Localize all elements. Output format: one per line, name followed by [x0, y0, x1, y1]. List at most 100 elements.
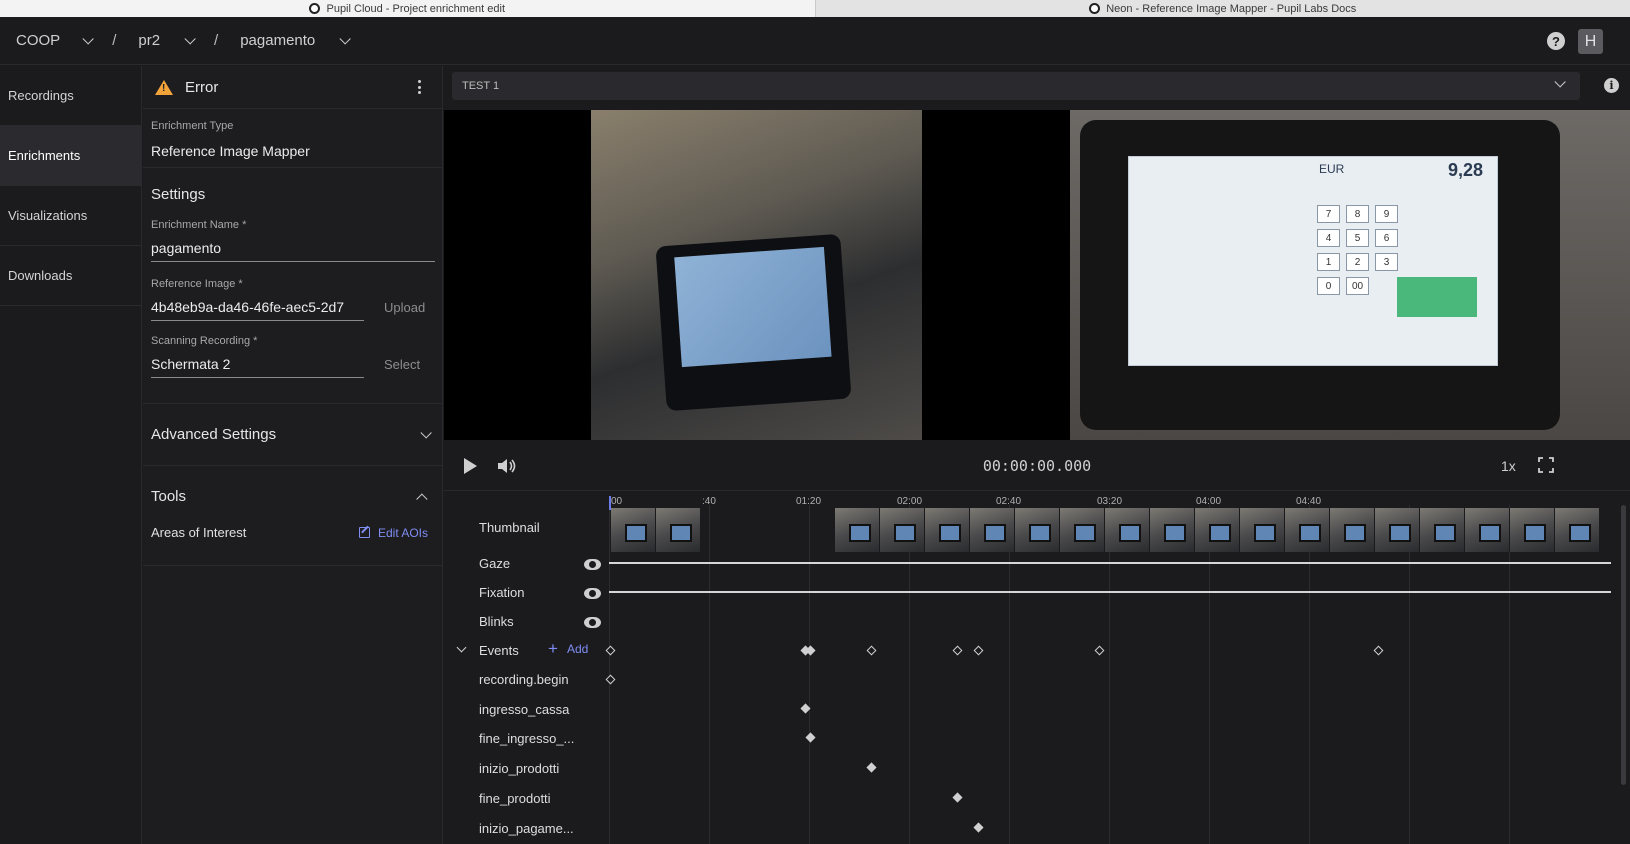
chevron-down-icon: [82, 32, 94, 45]
event-marker[interactable]: [973, 822, 984, 833]
enrichment-panel: Error Enrichment Type Reference Image Ma…: [143, 66, 443, 844]
edit-icon: [358, 527, 370, 538]
timeline-gridline: [1309, 505, 1310, 844]
event-row-label: ingresso_cassa: [479, 702, 570, 717]
browser-tab-pupil-cloud[interactable]: Pupil Cloud - Project enrichment edit: [0, 0, 815, 17]
settings-section: Settings Enrichment Name * pagamento Ref…: [143, 168, 442, 404]
scanning-recording-label: Scanning Recording *: [151, 335, 258, 347]
more-options-icon[interactable]: [418, 80, 422, 94]
status-title: Error: [185, 78, 219, 96]
chevron-down-icon: [1554, 76, 1566, 88]
timeline-gridline: [1209, 505, 1210, 844]
video-area: EUR 9,28 7 8 9 4 5 6 1 2 3 0 00: [444, 110, 1630, 440]
edit-aois-button[interactable]: Edit AOIs: [358, 526, 428, 540]
thumbnail: [835, 508, 880, 552]
scanning-recording-input[interactable]: Schermata 2: [151, 356, 364, 378]
event-marker[interactable]: [605, 645, 616, 656]
pos-currency: EUR: [1319, 162, 1345, 176]
thumbnail: [925, 508, 970, 552]
chevron-up-icon: [416, 492, 428, 505]
scene-video-screen: [655, 233, 852, 412]
add-event-label: Add: [566, 642, 589, 656]
scanning-recording-row: Schermata 2 Select: [151, 356, 434, 378]
playback-speed[interactable]: 1x: [1501, 458, 1516, 474]
select-button[interactable]: Select: [384, 357, 420, 378]
event-marker[interactable]: [952, 792, 963, 803]
thumbnail: [1285, 508, 1330, 552]
breadcrumb-workspace[interactable]: COOP: [16, 32, 94, 49]
row-label-gaze: Gaze: [479, 556, 511, 571]
browser-tab-title: Pupil Cloud - Project enrichment edit: [326, 2, 506, 15]
event-marker[interactable]: [866, 762, 877, 773]
chevron-down-icon[interactable]: [456, 642, 467, 653]
thumbnail: [1330, 508, 1375, 552]
add-event-button[interactable]: + Add: [548, 640, 589, 657]
event-row-label: fine_prodotti: [479, 791, 551, 806]
thumbnail: [1150, 508, 1195, 552]
eye-icon[interactable]: [584, 559, 601, 570]
advanced-settings-heading: Advanced Settings: [151, 426, 277, 443]
fixation-track: [609, 591, 1611, 593]
pos-amount: 9,28: [1447, 160, 1483, 180]
aoi-label: Areas of Interest: [151, 525, 247, 540]
nav-item-downloads[interactable]: Downloads: [0, 246, 141, 306]
enrichment-type-value: Reference Image Mapper: [151, 143, 310, 159]
event-marker[interactable]: [973, 645, 984, 656]
main-content: TEST 1 i EUR 9,28 7 8 9 4 5 6 1 2 3 0 00…: [444, 66, 1630, 844]
scene-video[interactable]: [591, 110, 922, 440]
fullscreen-icon[interactable]: [1538, 457, 1554, 473]
event-marker[interactable]: [952, 645, 963, 656]
timeline-gridline: [909, 505, 910, 844]
browser-tab-strip: Pupil Cloud - Project enrichment edit Ne…: [0, 0, 1630, 17]
reference-image-input[interactable]: 4b48eb9a-da46-46fe-aec5-2d7: [151, 299, 364, 321]
event-marker[interactable]: [1373, 645, 1384, 656]
help-icon[interactable]: ?: [1547, 32, 1565, 50]
recording-select[interactable]: TEST 1: [452, 72, 1580, 100]
pos-key: 1: [1317, 253, 1340, 271]
info-icon[interactable]: i: [1604, 78, 1619, 93]
nav-item-enrichments[interactable]: Enrichments: [0, 126, 141, 186]
eye-icon[interactable]: [584, 617, 601, 628]
timeline-gridline: [1109, 505, 1110, 844]
pos-key: 9: [1375, 205, 1398, 223]
event-marker[interactable]: [805, 645, 816, 656]
enrichment-type-section: Enrichment Type Reference Image Mapper: [143, 109, 442, 168]
thumbnail-strip: [611, 508, 701, 552]
timeline-scrollbar[interactable]: [1621, 505, 1626, 785]
thumbnail: [880, 508, 925, 552]
event-marker[interactable]: [805, 732, 816, 743]
event-marker[interactable]: [1094, 645, 1105, 656]
event-row-label: inizio_pagame...: [479, 821, 574, 836]
settings-heading: Settings: [151, 186, 206, 203]
pos-pay-button: [1397, 277, 1477, 317]
browser-tab-title: Neon - Reference Image Mapper - Pupil La…: [1106, 2, 1357, 15]
nav-item-visualizations[interactable]: Visualizations: [0, 186, 141, 246]
thumbnail: [1420, 508, 1465, 552]
pos-key: 3: [1375, 253, 1398, 271]
gaze-track: [609, 562, 1611, 564]
row-label-blinks: Blinks: [479, 614, 514, 629]
top-header: COOP / pr2 / pagamento ? H: [0, 17, 1630, 65]
enrichment-name-input[interactable]: pagamento: [151, 240, 435, 262]
event-marker[interactable]: [866, 645, 877, 656]
tools-toggle[interactable]: Tools: [151, 488, 434, 505]
avatar[interactable]: H: [1578, 29, 1603, 54]
chevron-down-icon: [339, 32, 352, 45]
upload-button[interactable]: Upload: [384, 300, 425, 321]
enrichment-type-label: Enrichment Type: [151, 120, 234, 132]
event-marker[interactable]: [605, 674, 616, 685]
pos-key: 7: [1317, 205, 1340, 223]
timeline-gridline: [1009, 505, 1010, 844]
eye-icon[interactable]: [584, 588, 601, 599]
thumbnail: [1240, 508, 1285, 552]
event-row-label: inizio_prodotti: [479, 761, 560, 776]
thumbnail: [1060, 508, 1105, 552]
chevron-down-icon: [420, 426, 432, 439]
advanced-settings-toggle[interactable]: Advanced Settings: [143, 404, 442, 466]
browser-tab-docs[interactable]: Neon - Reference Image Mapper - Pupil La…: [814, 0, 1630, 17]
breadcrumb-enrichment[interactable]: pagamento: [240, 32, 352, 49]
nav-item-recordings[interactable]: Recordings: [0, 66, 141, 126]
breadcrumb-project[interactable]: pr2: [138, 32, 196, 49]
breadcrumb-enrichment-label: pagamento: [240, 32, 316, 49]
thumbnail: [1465, 508, 1510, 552]
